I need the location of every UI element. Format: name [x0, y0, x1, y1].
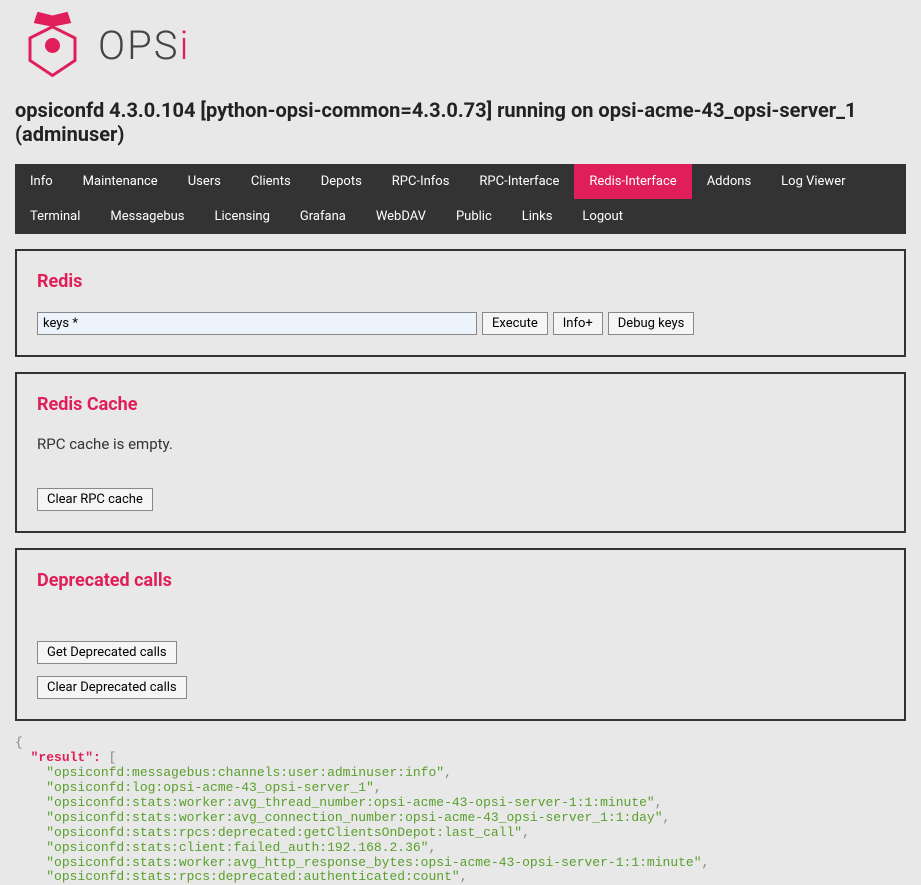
redis-cache-panel: Redis Cache RPC cache is empty. Clear RP…	[15, 372, 906, 533]
execute-button[interactable]: Execute	[482, 312, 548, 335]
page-title: opsiconfd 4.3.0.104 [python-opsi-common=…	[15, 98, 906, 146]
nav-item-clients[interactable]: Clients	[236, 164, 306, 199]
nav-item-depots[interactable]: Depots	[306, 164, 377, 199]
redis-panel: Redis Execute Info+ Debug keys	[15, 249, 906, 357]
deprecated-panel-title: Deprecated calls	[37, 570, 884, 591]
nav-item-rpc-infos[interactable]: RPC-Infos	[377, 164, 465, 199]
logo-mark-icon	[15, 8, 90, 83]
cache-status-text: RPC cache is empty.	[37, 435, 884, 453]
nav-item-licensing[interactable]: Licensing	[200, 199, 285, 234]
nav-item-info[interactable]: Info	[15, 164, 68, 199]
deprecated-panel: Deprecated calls Get Deprecated calls Cl…	[15, 548, 906, 721]
logo-text: OPSi	[98, 22, 190, 69]
nav-item-public[interactable]: Public	[441, 199, 507, 234]
logo: OPSi	[15, 8, 906, 83]
redis-command-input[interactable]	[37, 312, 477, 335]
info-button[interactable]: Info+	[553, 312, 603, 335]
nav-item-links[interactable]: Links	[507, 199, 568, 234]
nav-item-log-viewer[interactable]: Log Viewer	[766, 164, 860, 199]
nav-item-redis-interface[interactable]: Redis-Interface	[574, 164, 691, 199]
nav-item-webdav[interactable]: WebDAV	[361, 199, 441, 234]
nav-bar: InfoMaintenanceUsersClientsDepotsRPC-Inf…	[15, 164, 906, 234]
redis-input-row: Execute Info+ Debug keys	[37, 312, 884, 335]
nav-item-logout[interactable]: Logout	[567, 199, 638, 234]
nav-item-addons[interactable]: Addons	[692, 164, 766, 199]
clear-deprecated-button[interactable]: Clear Deprecated calls	[37, 676, 187, 699]
nav-item-rpc-interface[interactable]: RPC-Interface	[464, 164, 574, 199]
clear-rpc-cache-button[interactable]: Clear RPC cache	[37, 488, 153, 511]
nav-item-terminal[interactable]: Terminal	[15, 199, 95, 234]
get-deprecated-button[interactable]: Get Deprecated calls	[37, 641, 177, 664]
redis-panel-title: Redis	[37, 271, 884, 292]
json-output: { "result": [ "opsiconfd:messagebus:chan…	[15, 736, 906, 885]
nav-item-users[interactable]: Users	[173, 164, 236, 199]
debug-keys-button[interactable]: Debug keys	[608, 312, 695, 335]
nav-item-messagebus[interactable]: Messagebus	[95, 199, 199, 234]
nav-item-maintenance[interactable]: Maintenance	[68, 164, 173, 199]
nav-item-grafana[interactable]: Grafana	[285, 199, 361, 234]
cache-panel-title: Redis Cache	[37, 394, 884, 415]
